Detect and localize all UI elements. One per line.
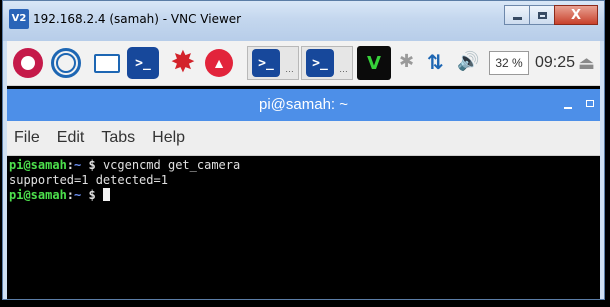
- lxterminal-window: pi@samah: ~ File Edit Tabs Help pi@samah…: [7, 89, 600, 299]
- menu-edit[interactable]: Edit: [54, 126, 88, 150]
- terminal-task-icon: >_: [306, 49, 334, 77]
- web-browser-icon[interactable]: [51, 48, 81, 78]
- terminal-task-2[interactable]: >_ …: [301, 46, 353, 80]
- prompt-dollar: $: [81, 188, 96, 202]
- prompt-user: pi@samah: [9, 188, 67, 202]
- console-line: pi@samah:~ $ vcgencmd get_camera: [9, 158, 600, 173]
- mathematica-icon[interactable]: ▲: [203, 47, 235, 79]
- eject-icon[interactable]: ⏏: [578, 53, 595, 74]
- menu-tabs[interactable]: Tabs: [98, 126, 138, 150]
- network-icon[interactable]: ⇅: [427, 50, 444, 74]
- terminal-icon[interactable]: >_: [127, 47, 159, 79]
- bluetooth-icon[interactable]: ✱: [399, 51, 414, 72]
- mathematica-logo: ▲: [205, 49, 233, 77]
- prompt-separator: :: [66, 158, 75, 172]
- vnc-window-controls: X: [504, 5, 598, 27]
- prompt-dollar: $: [81, 158, 96, 172]
- screenshot-stage: V2 192.168.2.4 (samah) - VNC Viewer X >_…: [0, 0, 610, 307]
- terminal-maximize-icon[interactable]: [586, 99, 594, 107]
- vnc-viewer-window: V2 192.168.2.4 (samah) - VNC Viewer X >_…: [2, 0, 605, 300]
- menu-file[interactable]: File: [11, 126, 43, 150]
- clock[interactable]: 09:25: [535, 54, 575, 72]
- command-input[interactable]: [96, 188, 103, 202]
- maximize-icon: [537, 11, 547, 19]
- terminal-menu-bar: File Edit Tabs Help: [7, 121, 600, 156]
- maximize-button[interactable]: [529, 5, 555, 25]
- command-output: supported=1 detected=1: [9, 173, 168, 187]
- minimize-icon: [512, 16, 522, 20]
- volume-icon[interactable]: 🔊: [457, 51, 479, 72]
- task-ellipsis: …: [339, 64, 348, 74]
- terminal-title-bar[interactable]: pi@samah: ~: [7, 89, 600, 121]
- vnc-server-tray-icon[interactable]: V: [357, 46, 391, 80]
- terminal-task-1[interactable]: >_ …: [247, 46, 299, 80]
- globe-icon: [56, 53, 76, 73]
- cpu-usage-monitor[interactable]: 32 %: [489, 51, 529, 75]
- terminal-minimize-icon[interactable]: [564, 107, 572, 109]
- prompt-user: pi@samah: [9, 158, 67, 172]
- text-cursor: [102, 188, 110, 201]
- folder-icon: [94, 53, 120, 73]
- console-line: supported=1 detected=1: [9, 173, 600, 188]
- menu-help[interactable]: Help: [149, 126, 188, 150]
- close-button[interactable]: X: [554, 5, 598, 25]
- vnc-app-icon[interactable]: V2: [9, 9, 29, 29]
- prompt-separator: :: [66, 188, 75, 202]
- terminal-window-controls: [564, 97, 594, 109]
- minimize-button[interactable]: [504, 5, 530, 25]
- terminal-task-icon: >_: [252, 49, 280, 77]
- command-text: vcgencmd get_camera: [95, 158, 241, 172]
- file-manager-icon[interactable]: [91, 47, 123, 79]
- terminal-console[interactable]: pi@samah:~ $ vcgencmd get_camera supporte…: [9, 158, 600, 299]
- terminal-title: pi@samah: ~: [258, 96, 349, 113]
- task-ellipsis: …: [285, 64, 294, 74]
- raspberry-menu-icon[interactable]: [13, 48, 43, 78]
- console-line: pi@samah:~ $: [9, 188, 600, 203]
- remote-desktop[interactable]: >_ ✸ ▲ >_ … >_ … V ✱ ⇅ 🔊 32 % 09:25 ⏏ pi…: [7, 41, 600, 299]
- vnc-window-title: 192.168.2.4 (samah) - VNC Viewer: [33, 12, 242, 26]
- raspberry-pi-panel: >_ ✸ ▲ >_ … >_ … V ✱ ⇅ 🔊 32 % 09:25 ⏏: [7, 41, 600, 86]
- wolfram-icon[interactable]: ✸: [167, 47, 199, 79]
- raspberry-logo: [21, 56, 35, 70]
- vnc-title-bar[interactable]: V2 192.168.2.4 (samah) - VNC Viewer X: [3, 1, 604, 41]
